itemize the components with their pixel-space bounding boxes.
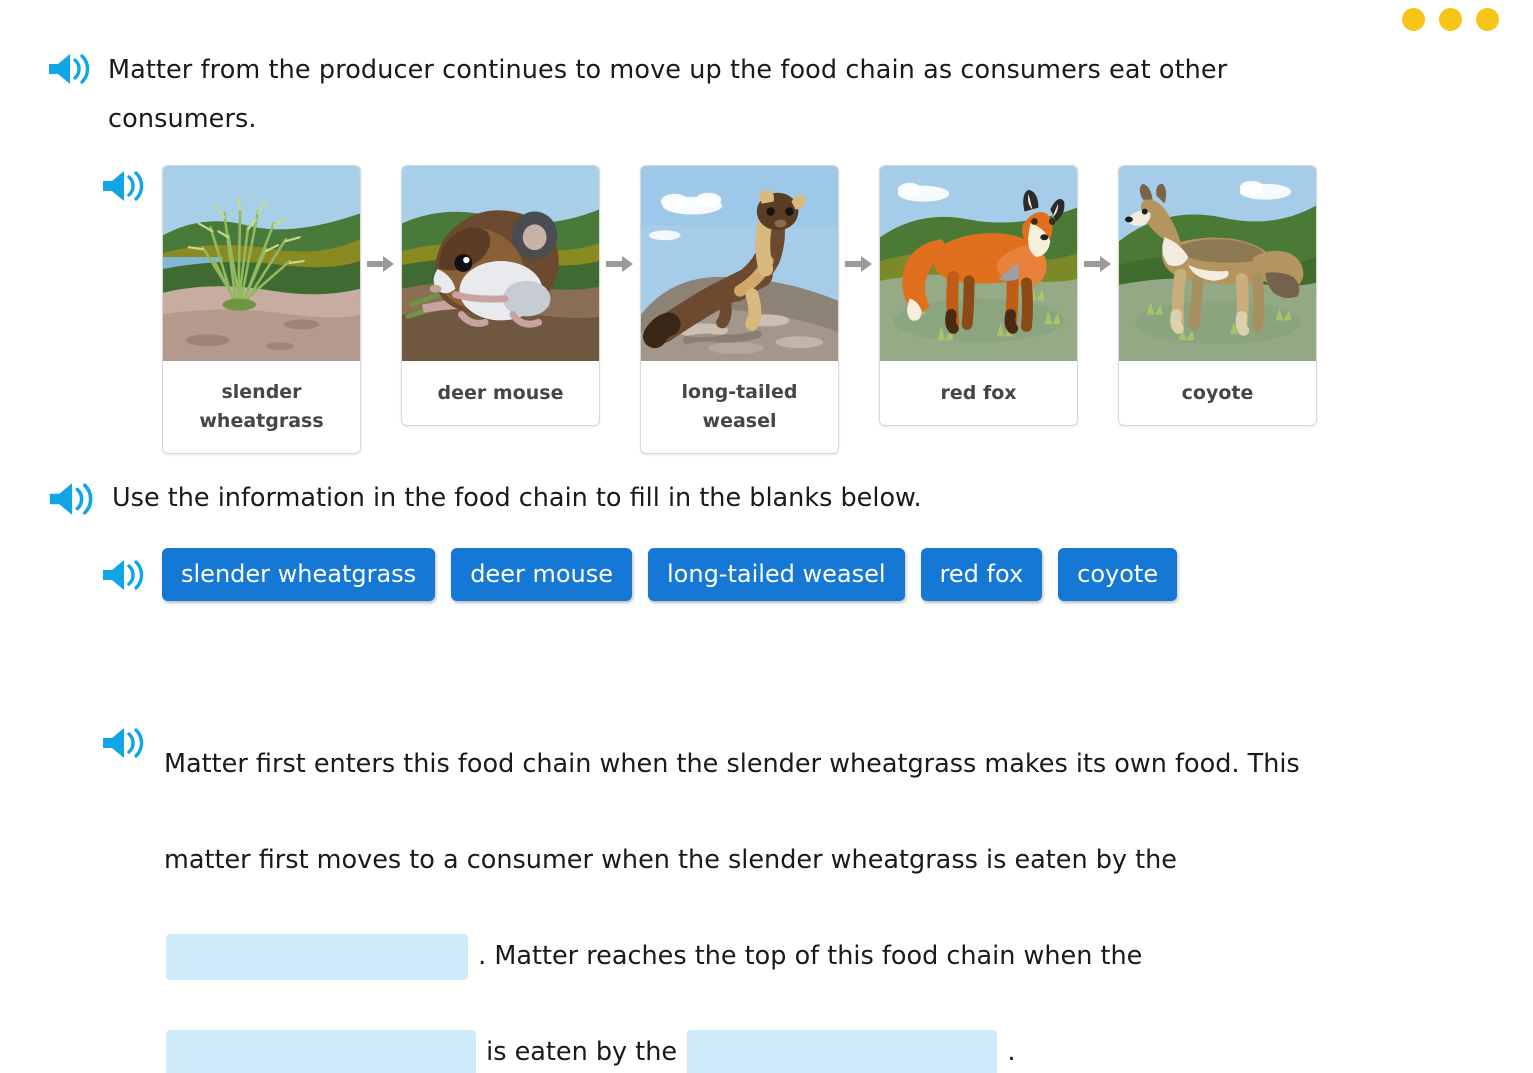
food-chain-card-label: deer mouse bbox=[437, 381, 564, 404]
instruction-prompt: Use the information in the food chain to… bbox=[46, 476, 1346, 520]
coyote-illustration bbox=[1119, 166, 1316, 363]
speaker-icon[interactable] bbox=[100, 169, 146, 203]
arrow-right-icon bbox=[839, 165, 879, 362]
food-chain-card-tertiary-consumer: red fox bbox=[879, 165, 1078, 426]
progress-dots bbox=[1402, 8, 1499, 31]
word-chip-long-tailed-weasel[interactable]: long-tailed weasel bbox=[648, 548, 905, 601]
blank-top-predator[interactable] bbox=[687, 1030, 998, 1073]
intro-text: Matter from the producer continues to mo… bbox=[108, 55, 1228, 134]
food-chain-cards: slender wheatgrass deer mouse long-taile… bbox=[162, 165, 1317, 454]
food-chain-card-label: red fox bbox=[940, 381, 1017, 404]
speaker-icon[interactable] bbox=[46, 481, 96, 517]
sentence-part-3: is eaten by the bbox=[486, 1037, 678, 1067]
slender-wheatgrass-illustration bbox=[163, 166, 360, 363]
sentence-part-1: Matter first enters this food chain when… bbox=[164, 749, 1300, 875]
food-chain-card-producer: slender wheatgrass bbox=[162, 165, 361, 454]
food-chain-card-apex-consumer: coyote bbox=[1118, 165, 1317, 426]
blank-first-consumer[interactable] bbox=[166, 934, 468, 980]
arrow-right-icon bbox=[1078, 165, 1118, 362]
red-fox-illustration bbox=[880, 166, 1077, 363]
progress-dot bbox=[1402, 8, 1425, 31]
deer-mouse-illustration bbox=[402, 166, 599, 363]
word-chip-deer-mouse[interactable]: deer mouse bbox=[451, 548, 632, 601]
blank-second-to-top[interactable] bbox=[166, 1030, 476, 1073]
progress-dot bbox=[1439, 8, 1462, 31]
speaker-icon[interactable] bbox=[100, 726, 146, 760]
food-chain-diagram: slender wheatgrass deer mouse long-taile… bbox=[100, 165, 1317, 454]
arrow-right-icon bbox=[361, 165, 401, 362]
intro-prompt: Matter from the producer continues to mo… bbox=[46, 46, 1366, 144]
speaker-icon[interactable] bbox=[100, 558, 146, 592]
instruction-text: Use the information in the food chain to… bbox=[112, 483, 922, 513]
food-chain-card-label: long-tailed weasel bbox=[681, 381, 798, 432]
food-chain-card-label: slender wheatgrass bbox=[199, 381, 324, 432]
sentence-part-2: . Matter reaches the top of this food ch… bbox=[478, 941, 1143, 971]
speaker-icon[interactable] bbox=[46, 52, 92, 86]
worksheet-page: Matter from the producer continues to mo… bbox=[0, 0, 1533, 1073]
word-chip-slender-wheatgrass[interactable]: slender wheatgrass bbox=[162, 548, 436, 601]
food-chain-card-primary-consumer: deer mouse bbox=[401, 165, 600, 426]
long-tailed-weasel-illustration bbox=[641, 166, 838, 363]
word-chip-red-fox[interactable]: red fox bbox=[920, 548, 1043, 601]
word-chip-coyote[interactable]: coyote bbox=[1058, 548, 1178, 601]
fill-in-the-blank-exercise: Matter first enters this food chain when… bbox=[100, 716, 1420, 1073]
progress-dot bbox=[1476, 8, 1499, 31]
word-bank-chips: slender wheatgrass deer mouse long-taile… bbox=[162, 548, 1202, 601]
fill-in-sentence: Matter first enters this food chain when… bbox=[164, 716, 1349, 1073]
food-chain-card-label: coyote bbox=[1181, 381, 1254, 404]
sentence-part-4: . bbox=[1007, 1037, 1016, 1067]
arrow-right-icon bbox=[600, 165, 640, 362]
food-chain-card-secondary-consumer: long-tailed weasel bbox=[640, 165, 839, 454]
word-bank: slender wheatgrass deer mouse long-taile… bbox=[100, 548, 1400, 601]
